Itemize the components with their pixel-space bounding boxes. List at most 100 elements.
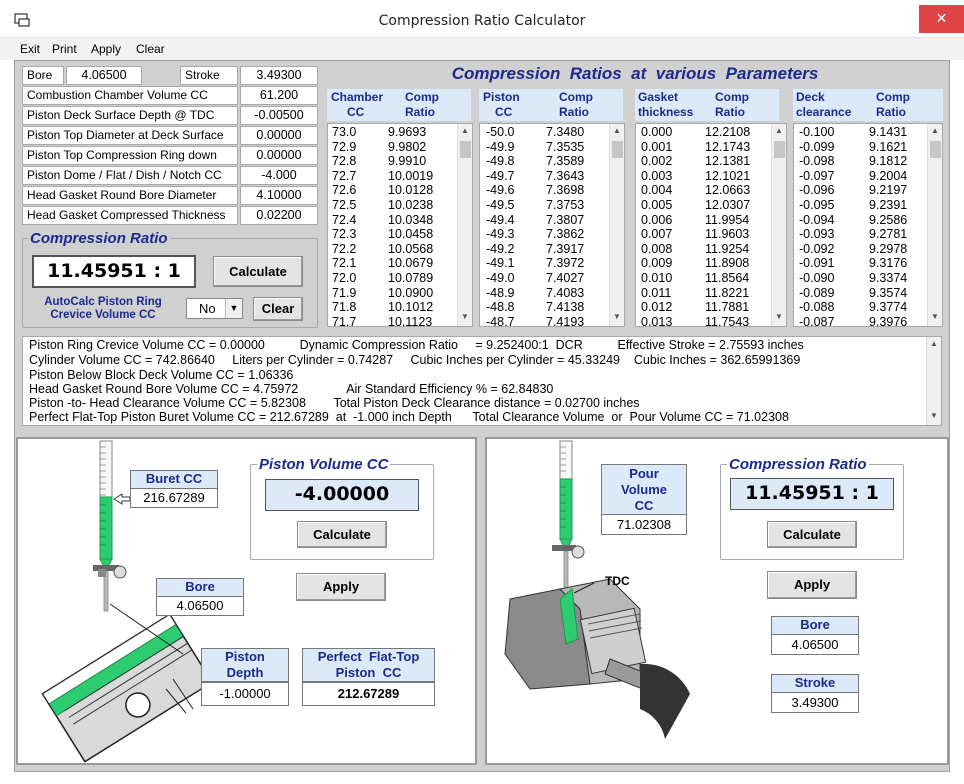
list-item[interactable]: -50.0 7.3480 xyxy=(486,125,584,140)
gasket-thickness-input[interactable]: 0.02200 xyxy=(240,206,318,225)
list-item[interactable]: 0.003 12.1021 xyxy=(641,169,750,184)
scroll-thumb[interactable] xyxy=(460,141,471,158)
deck-scrollbar[interactable]: ▲ ▼ xyxy=(927,124,942,326)
list-item[interactable]: -49.9 7.3535 xyxy=(486,140,584,155)
list-item[interactable]: 72.9 9.9802 xyxy=(332,140,433,155)
list-item[interactable]: 72.4 10.0348 xyxy=(332,213,433,228)
autocalc-select[interactable]: No ▼ xyxy=(186,298,243,319)
piston-top-diameter-input[interactable]: 0.00000 xyxy=(240,126,318,145)
scroll-thumb[interactable] xyxy=(774,141,785,158)
stroke-input[interactable]: 3.49300 xyxy=(240,66,318,85)
list-item[interactable]: 0.011 11.8221 xyxy=(641,286,750,301)
list-item[interactable]: 0.001 12.1743 xyxy=(641,140,750,155)
menu-apply[interactable]: Apply xyxy=(91,38,121,60)
list-item[interactable]: 72.2 10.0568 xyxy=(332,242,433,257)
list-item[interactable]: -0.092 9.2978 xyxy=(799,242,907,257)
list-item[interactable]: 72.1 10.0679 xyxy=(332,256,433,271)
list-item[interactable]: 0.004 12.0663 xyxy=(641,183,750,198)
ring-down-input[interactable]: 0.00000 xyxy=(240,146,318,165)
list-item[interactable]: 71.7 10.1123 xyxy=(332,315,433,326)
list-item[interactable]: 72.6 10.0128 xyxy=(332,183,433,198)
list-item[interactable]: -0.090 9.3374 xyxy=(799,271,907,286)
piston-list[interactable]: -50.0 7.3480 -49.9 7.3535 -49.8 7.3589 -49.… xyxy=(479,123,625,327)
list-item[interactable]: 72.3 10.0458 xyxy=(332,227,433,242)
scroll-thumb[interactable] xyxy=(612,141,623,158)
chamber-list[interactable]: 73.0 9.9693 72.9 9.9802 72.8 9.9910 72.7 10.… xyxy=(327,123,473,327)
list-item[interactable]: -49.2 7.3917 xyxy=(486,242,584,257)
right-calculate-button[interactable]: Calculate xyxy=(767,521,857,548)
calculate-button[interactable]: Calculate xyxy=(213,256,303,287)
deck-depth-input[interactable]: -0.00500 xyxy=(240,106,318,125)
scroll-up-icon[interactable]: ▲ xyxy=(928,126,942,135)
list-item[interactable]: -0.099 9.1621 xyxy=(799,140,907,155)
list-item[interactable]: 71.9 10.0900 xyxy=(332,286,433,301)
close-button[interactable]: ✕ xyxy=(919,5,964,33)
info-scrollbar[interactable]: ▲ ▼ xyxy=(926,337,941,425)
list-item[interactable]: -49.4 7.3807 xyxy=(486,213,584,228)
list-item[interactable]: -49.0 7.4027 xyxy=(486,271,584,286)
list-item[interactable]: -0.087 9.3976 xyxy=(799,315,907,326)
list-item[interactable]: -49.7 7.3643 xyxy=(486,169,584,184)
gasket-list[interactable]: 0.000 12.2108 0.001 12.1743 0.002 12.1381 0… xyxy=(635,123,787,327)
list-item[interactable]: 71.8 10.1012 xyxy=(332,300,433,315)
list-item[interactable]: 72.7 10.0019 xyxy=(332,169,433,184)
chamber-scrollbar[interactable]: ▲ ▼ xyxy=(457,124,472,326)
clear-button[interactable]: Clear xyxy=(253,297,303,321)
scroll-down-icon[interactable]: ▼ xyxy=(928,312,942,321)
scroll-down-icon[interactable]: ▼ xyxy=(610,312,624,321)
list-item[interactable]: -0.091 9.3176 xyxy=(799,256,907,271)
list-item[interactable]: 0.010 11.8564 xyxy=(641,271,750,286)
results-textbox[interactable]: Piston Ring Crevice Volume CC = 0.00000 … xyxy=(22,336,942,426)
list-item[interactable]: 0.000 12.2108 xyxy=(641,125,750,140)
list-item[interactable]: -0.093 9.2781 xyxy=(799,227,907,242)
piston-dome-input[interactable]: -4.000 xyxy=(240,166,318,185)
list-item[interactable]: -49.8 7.3589 xyxy=(486,154,584,169)
list-item[interactable]: -0.094 9.2586 xyxy=(799,213,907,228)
piston-volume-calculate-button[interactable]: Calculate xyxy=(297,521,387,548)
list-item[interactable]: -0.095 9.2391 xyxy=(799,198,907,213)
menu-exit[interactable]: Exit xyxy=(20,38,40,60)
list-item[interactable]: -0.098 9.1812 xyxy=(799,154,907,169)
chamber-cc-input[interactable]: 61.200 xyxy=(240,86,318,105)
right-apply-button[interactable]: Apply xyxy=(767,571,857,599)
list-item[interactable]: -0.100 9.1431 xyxy=(799,125,907,140)
list-item[interactable]: 0.005 12.0307 xyxy=(641,198,750,213)
list-item[interactable]: 0.008 11.9254 xyxy=(641,242,750,257)
menu-print[interactable]: Print xyxy=(52,38,77,60)
bore-input[interactable]: 4.06500 xyxy=(66,66,142,85)
scroll-up-icon[interactable]: ▲ xyxy=(927,339,941,348)
gasket-scrollbar[interactable]: ▲ ▼ xyxy=(771,124,786,326)
list-item[interactable]: 0.007 11.9603 xyxy=(641,227,750,242)
list-item[interactable]: 72.5 10.0238 xyxy=(332,198,433,213)
list-item[interactable]: 0.002 12.1381 xyxy=(641,154,750,169)
list-item[interactable]: 72.0 10.0789 xyxy=(332,271,433,286)
list-item[interactable]: 73.0 9.9693 xyxy=(332,125,433,140)
scroll-up-icon[interactable]: ▲ xyxy=(458,126,472,135)
list-item[interactable]: -0.088 9.3774 xyxy=(799,300,907,315)
list-item[interactable]: -0.089 9.3574 xyxy=(799,286,907,301)
list-item[interactable]: 72.8 9.9910 xyxy=(332,154,433,169)
list-item[interactable]: -0.096 9.2197 xyxy=(799,183,907,198)
menu-clear[interactable]: Clear xyxy=(136,38,165,60)
list-item[interactable]: -49.5 7.3753 xyxy=(486,198,584,213)
list-item[interactable]: 0.006 11.9954 xyxy=(641,213,750,228)
list-item[interactable]: -48.7 7.4193 xyxy=(486,315,584,326)
list-item[interactable]: -49.6 7.3698 xyxy=(486,183,584,198)
gasket-bore-input[interactable]: 4.10000 xyxy=(240,186,318,205)
scroll-down-icon[interactable]: ▼ xyxy=(927,411,941,420)
deck-list[interactable]: -0.100 9.1431 -0.099 9.1621 -0.098 9.1812 -… xyxy=(793,123,943,327)
scroll-down-icon[interactable]: ▼ xyxy=(458,312,472,321)
scroll-thumb[interactable] xyxy=(930,141,941,158)
list-item[interactable]: -0.097 9.2004 xyxy=(799,169,907,184)
list-item[interactable]: 0.012 11.7881 xyxy=(641,300,750,315)
list-item[interactable]: -49.1 7.3972 xyxy=(486,256,584,271)
scroll-up-icon[interactable]: ▲ xyxy=(610,126,624,135)
list-item[interactable]: 0.009 11.8908 xyxy=(641,256,750,271)
list-item[interactable]: -48.8 7.4138 xyxy=(486,300,584,315)
piston-scrollbar[interactable]: ▲ ▼ xyxy=(609,124,624,326)
list-item[interactable]: -49.3 7.3862 xyxy=(486,227,584,242)
list-item[interactable]: 0.013 11.7543 xyxy=(641,315,750,326)
list-item[interactable]: -48.9 7.4083 xyxy=(486,286,584,301)
piston-volume-apply-button[interactable]: Apply xyxy=(296,573,386,601)
scroll-down-icon[interactable]: ▼ xyxy=(772,312,786,321)
